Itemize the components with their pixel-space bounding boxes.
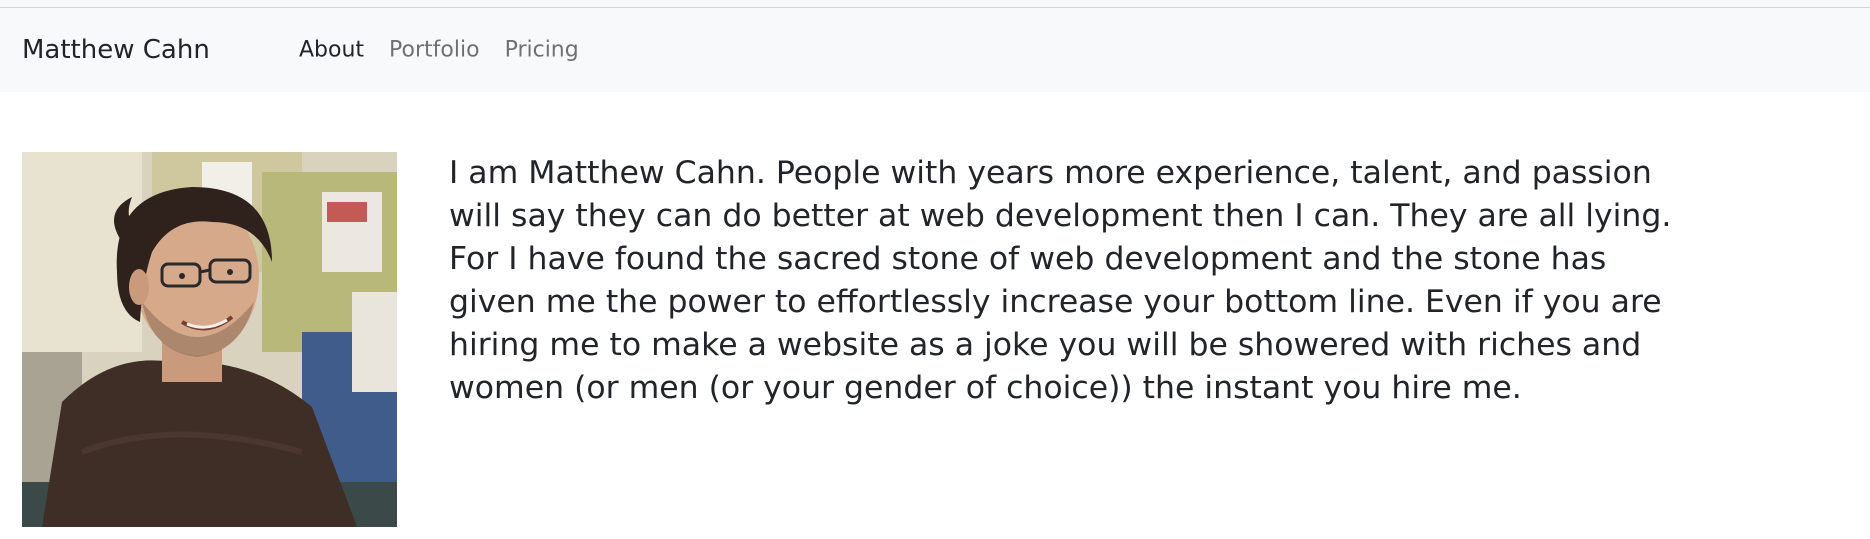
profile-photo-image bbox=[22, 152, 397, 527]
profile-photo bbox=[22, 152, 397, 527]
navbar: Matthew Cahn About Portfolio Pricing bbox=[0, 8, 1870, 92]
nav-links: About Portfolio Pricing bbox=[299, 38, 604, 63]
bio-text: I am Matthew Cahn. People with years mor… bbox=[449, 155, 1672, 406]
nav-link-portfolio[interactable]: Portfolio bbox=[389, 38, 480, 63]
browser-top-edge bbox=[0, 0, 1870, 8]
navbar-brand[interactable]: Matthew Cahn bbox=[22, 35, 210, 65]
nav-link-pricing[interactable]: Pricing bbox=[505, 38, 579, 63]
nav-link-about[interactable]: About bbox=[299, 38, 364, 63]
